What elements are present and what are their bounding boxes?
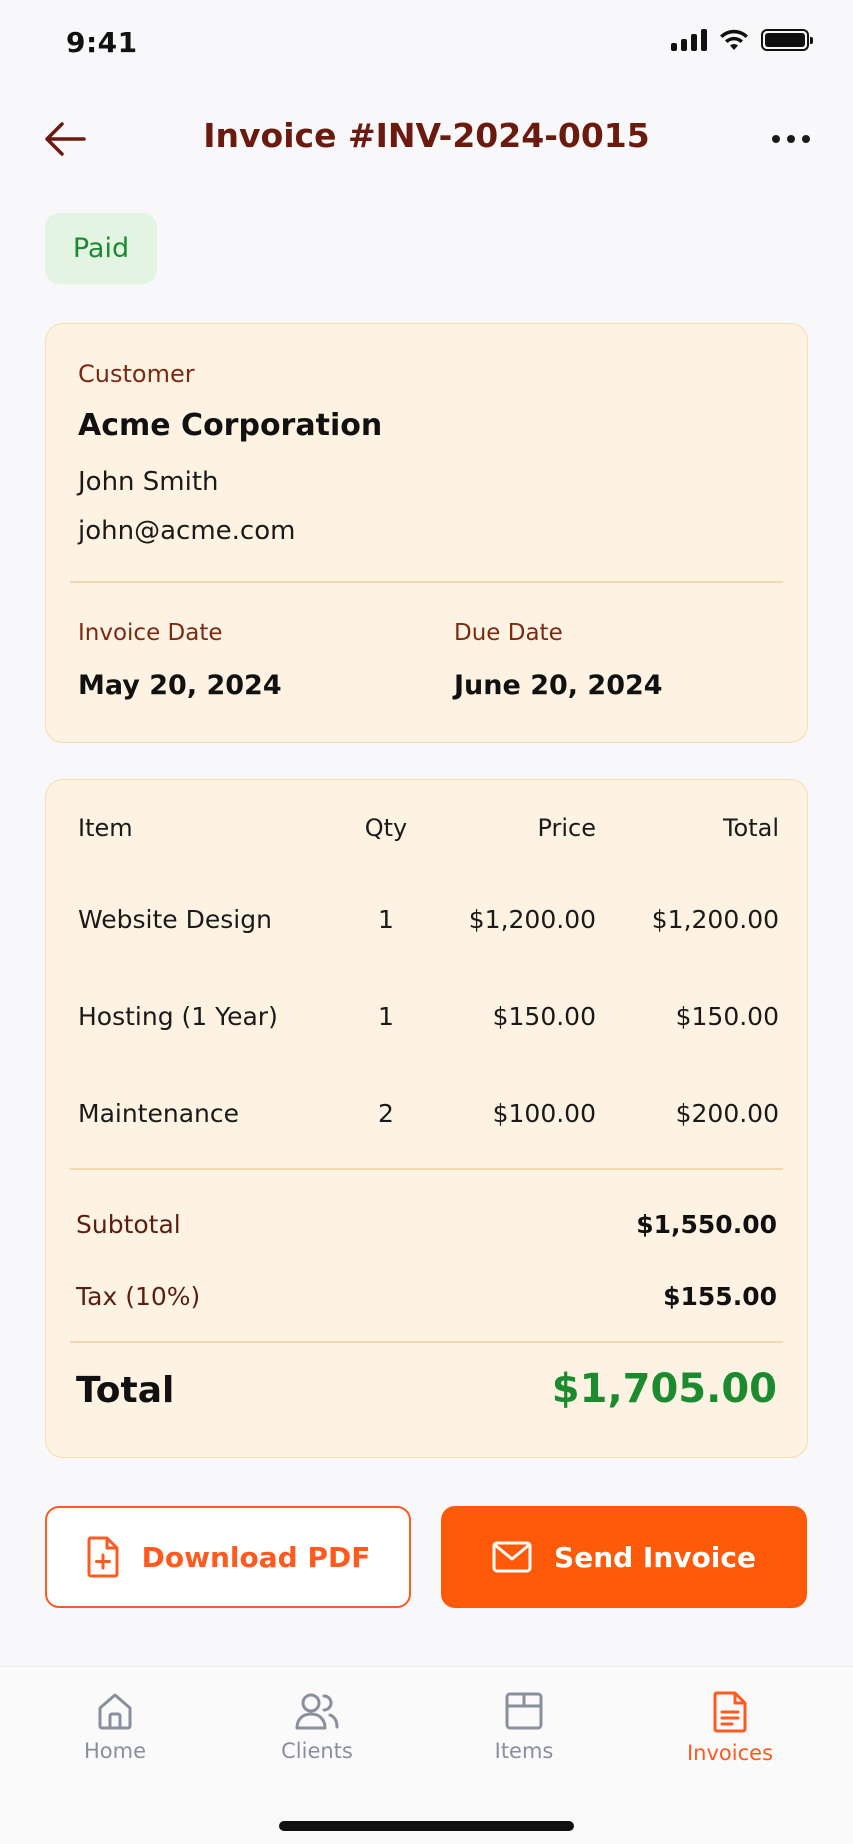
customer-label: Customer xyxy=(78,360,195,388)
column-header-qty: Qty xyxy=(364,814,408,842)
more-dot-icon xyxy=(772,135,780,143)
due-date-value: June 20, 2024 xyxy=(454,670,663,701)
row-price: $150.00 xyxy=(492,1002,596,1031)
table-row: Hosting (1 Year) 1 $150.00 $150.00 xyxy=(46,1002,809,1042)
table-row: Website Design 1 $1,200.00 $1,200.00 xyxy=(46,905,809,945)
subtotal-value: $1,550.00 xyxy=(636,1210,777,1239)
file-plus-icon xyxy=(87,1536,119,1578)
divider xyxy=(70,1168,783,1170)
more-options-button[interactable] xyxy=(763,114,819,164)
more-dot-icon xyxy=(802,135,810,143)
invoice-date-value: May 20, 2024 xyxy=(78,670,282,701)
row-item: Website Design xyxy=(78,905,272,934)
tab-label: Items xyxy=(494,1739,554,1763)
home-icon xyxy=(98,1693,132,1730)
table-header: Item Qty Price Total xyxy=(46,814,809,854)
tab-clients[interactable]: Clients xyxy=(247,1691,387,1763)
row-qty: 1 xyxy=(378,1002,394,1031)
row-qty: 2 xyxy=(378,1099,394,1128)
mail-icon xyxy=(492,1541,532,1573)
wifi-icon xyxy=(720,29,748,50)
total-label: Total xyxy=(76,1370,175,1411)
column-header-item: Item xyxy=(78,814,133,842)
more-dot-icon xyxy=(787,135,795,143)
due-date-label: Due Date xyxy=(454,620,563,646)
divider xyxy=(70,1341,783,1343)
users-icon xyxy=(295,1693,339,1730)
home-indicator xyxy=(279,1821,574,1831)
row-price: $1,200.00 xyxy=(468,905,596,934)
tab-home[interactable]: Home xyxy=(45,1691,185,1763)
page-title: Invoice #INV-2024-0015 xyxy=(203,116,650,155)
battery-icon xyxy=(761,29,813,51)
row-total: $1,200.00 xyxy=(651,905,779,934)
status-bar: 9:41 xyxy=(0,0,853,84)
column-header-price: Price xyxy=(537,814,596,842)
status-icons xyxy=(671,28,813,52)
tab-label: Home xyxy=(83,1739,146,1763)
total-value: $1,705.00 xyxy=(551,1366,777,1412)
customer-email[interactable]: john@acme.com xyxy=(78,516,295,546)
row-total: $200.00 xyxy=(675,1099,779,1128)
row-item: Maintenance xyxy=(78,1099,239,1128)
document-icon xyxy=(713,1691,747,1733)
row-price: $100.00 xyxy=(492,1099,596,1128)
download-pdf-button[interactable]: Download PDF xyxy=(45,1506,411,1608)
box-icon xyxy=(505,1692,543,1730)
line-items-card: Item Qty Price Total Website Design 1 $1… xyxy=(45,779,808,1458)
divider xyxy=(70,581,783,583)
row-qty: 1 xyxy=(378,905,394,934)
send-invoice-label: Send Invoice xyxy=(554,1540,756,1574)
bottom-tab-bar: Home Clients Items Invoices xyxy=(0,1666,853,1844)
invoice-date-label: Invoice Date xyxy=(78,620,223,646)
tab-label: Clients xyxy=(281,1739,353,1763)
download-pdf-label: Download PDF xyxy=(141,1540,371,1574)
customer-card: Customer Acme Corporation John Smith joh… xyxy=(45,323,808,743)
tab-items[interactable]: Items xyxy=(454,1691,594,1763)
send-invoice-button[interactable]: Send Invoice xyxy=(441,1506,807,1608)
row-total: $150.00 xyxy=(675,1002,779,1031)
column-header-total: Total xyxy=(722,814,779,842)
customer-company: Acme Corporation xyxy=(78,408,383,443)
tab-label: Invoices xyxy=(686,1741,774,1765)
cellular-signal-icon xyxy=(671,29,707,51)
row-item: Hosting (1 Year) xyxy=(78,1002,278,1031)
status-time: 9:41 xyxy=(66,26,138,59)
tax-label: Tax (10%) xyxy=(76,1282,201,1311)
tax-value: $155.00 xyxy=(663,1282,777,1311)
customer-contact-name: John Smith xyxy=(78,467,219,497)
tab-invoices[interactable]: Invoices xyxy=(660,1691,800,1765)
table-row: Maintenance 2 $100.00 $200.00 xyxy=(46,1099,809,1139)
status-badge: Paid xyxy=(45,213,157,284)
header: Invoice #INV-2024-0015 xyxy=(0,100,853,180)
subtotal-label: Subtotal xyxy=(76,1210,181,1239)
